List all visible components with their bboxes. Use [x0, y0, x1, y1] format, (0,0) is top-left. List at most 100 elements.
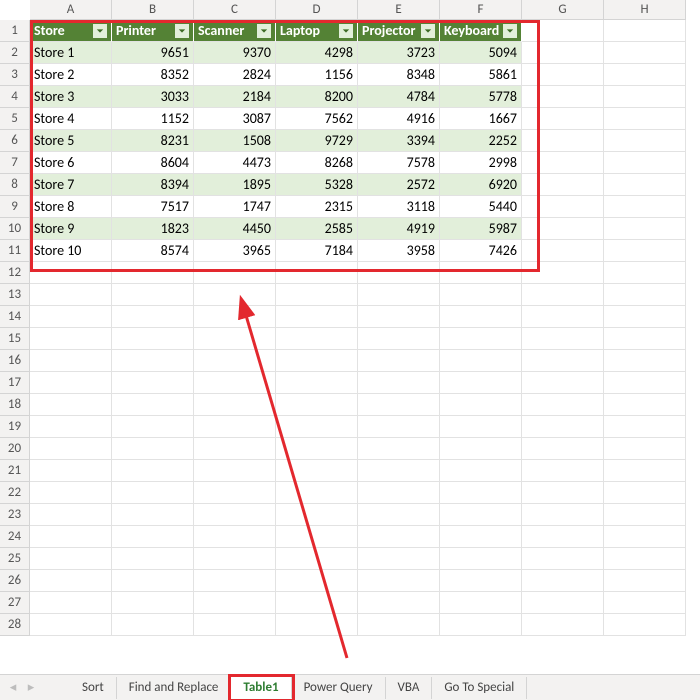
col-header-F[interactable]: F	[440, 0, 522, 20]
cell-C17[interactable]	[194, 372, 276, 394]
cell-H6[interactable]	[604, 130, 686, 152]
cell-E12[interactable]	[358, 262, 440, 284]
cell-C6[interactable]: 1508	[194, 130, 276, 152]
cell-C21[interactable]	[194, 460, 276, 482]
cell-D20[interactable]	[276, 438, 358, 460]
cell-D7[interactable]: 8268	[276, 152, 358, 174]
cell-A22[interactable]	[30, 482, 112, 504]
cell-G7[interactable]	[522, 152, 604, 174]
cell-H26[interactable]	[604, 570, 686, 592]
cell-C1[interactable]: Scanner	[194, 20, 276, 42]
row-header-20[interactable]: 20	[0, 438, 30, 460]
row-header-7[interactable]: 7	[0, 152, 30, 174]
cell-B2[interactable]: 9651	[112, 42, 194, 64]
cell-D9[interactable]: 2315	[276, 196, 358, 218]
cell-E13[interactable]	[358, 284, 440, 306]
cell-B26[interactable]	[112, 570, 194, 592]
cell-B10[interactable]: 1823	[112, 218, 194, 240]
cell-D19[interactable]	[276, 416, 358, 438]
cell-H2[interactable]	[604, 42, 686, 64]
filter-dropdown-icon[interactable]	[175, 24, 189, 38]
cell-H19[interactable]	[604, 416, 686, 438]
cell-G27[interactable]	[522, 592, 604, 614]
cell-G23[interactable]	[522, 504, 604, 526]
cell-G9[interactable]	[522, 196, 604, 218]
cell-F26[interactable]	[440, 570, 522, 592]
cell-A1[interactable]: Store	[30, 20, 112, 42]
cell-B5[interactable]: 1152	[112, 108, 194, 130]
row-header-25[interactable]: 25	[0, 548, 30, 570]
row-header-8[interactable]: 8	[0, 174, 30, 196]
cell-A25[interactable]	[30, 548, 112, 570]
cell-F23[interactable]	[440, 504, 522, 526]
cell-F24[interactable]	[440, 526, 522, 548]
cell-H5[interactable]	[604, 108, 686, 130]
cell-H16[interactable]	[604, 350, 686, 372]
cell-A6[interactable]: Store 5	[30, 130, 112, 152]
cell-E17[interactable]	[358, 372, 440, 394]
cell-A17[interactable]	[30, 372, 112, 394]
cell-A26[interactable]	[30, 570, 112, 592]
cell-H4[interactable]	[604, 86, 686, 108]
cell-C23[interactable]	[194, 504, 276, 526]
cell-B11[interactable]: 8574	[112, 240, 194, 262]
col-header-A[interactable]: A	[30, 0, 112, 20]
row-header-5[interactable]: 5	[0, 108, 30, 130]
row-header-24[interactable]: 24	[0, 526, 30, 548]
cell-E11[interactable]: 3958	[358, 240, 440, 262]
col-header-G[interactable]: G	[522, 0, 604, 20]
cell-C27[interactable]	[194, 592, 276, 614]
cell-G14[interactable]	[522, 306, 604, 328]
cell-A27[interactable]	[30, 592, 112, 614]
row-header-12[interactable]: 12	[0, 262, 30, 284]
row-header-16[interactable]: 16	[0, 350, 30, 372]
cell-A13[interactable]	[30, 284, 112, 306]
cell-E22[interactable]	[358, 482, 440, 504]
cell-B13[interactable]	[112, 284, 194, 306]
filter-dropdown-icon[interactable]	[503, 24, 517, 38]
cell-F16[interactable]	[440, 350, 522, 372]
cell-F4[interactable]: 5778	[440, 86, 522, 108]
cell-H21[interactable]	[604, 460, 686, 482]
row-header-17[interactable]: 17	[0, 372, 30, 394]
cell-D13[interactable]	[276, 284, 358, 306]
cell-H12[interactable]	[604, 262, 686, 284]
cell-D23[interactable]	[276, 504, 358, 526]
row-header-14[interactable]: 14	[0, 306, 30, 328]
cell-G4[interactable]	[522, 86, 604, 108]
cell-G15[interactable]	[522, 328, 604, 350]
row-header-22[interactable]: 22	[0, 482, 30, 504]
cell-E15[interactable]	[358, 328, 440, 350]
cell-E24[interactable]	[358, 526, 440, 548]
cell-D27[interactable]	[276, 592, 358, 614]
cell-G5[interactable]	[522, 108, 604, 130]
cell-A23[interactable]	[30, 504, 112, 526]
tab-nav-prev[interactable]: ◂	[4, 680, 22, 695]
cell-F25[interactable]	[440, 548, 522, 570]
cell-D24[interactable]	[276, 526, 358, 548]
cell-G26[interactable]	[522, 570, 604, 592]
tab-nav-next[interactable]: ▸	[22, 680, 40, 695]
cell-C16[interactable]	[194, 350, 276, 372]
cell-H8[interactable]	[604, 174, 686, 196]
row-header-21[interactable]: 21	[0, 460, 30, 482]
cell-C22[interactable]	[194, 482, 276, 504]
col-header-B[interactable]: B	[112, 0, 194, 20]
cell-C28[interactable]	[194, 614, 276, 636]
cell-G3[interactable]	[522, 64, 604, 86]
cell-F11[interactable]: 7426	[440, 240, 522, 262]
row-header-2[interactable]: 2	[0, 42, 30, 64]
cell-H10[interactable]	[604, 218, 686, 240]
cell-G18[interactable]	[522, 394, 604, 416]
col-header-E[interactable]: E	[358, 0, 440, 20]
cell-F15[interactable]	[440, 328, 522, 350]
cell-H7[interactable]	[604, 152, 686, 174]
row-header-11[interactable]: 11	[0, 240, 30, 262]
sheet-tab-vba[interactable]: VBA	[386, 677, 433, 699]
cell-F9[interactable]: 5440	[440, 196, 522, 218]
cell-F3[interactable]: 5861	[440, 64, 522, 86]
cell-C4[interactable]: 2184	[194, 86, 276, 108]
cell-B6[interactable]: 8231	[112, 130, 194, 152]
cell-F13[interactable]	[440, 284, 522, 306]
cell-D3[interactable]: 1156	[276, 64, 358, 86]
